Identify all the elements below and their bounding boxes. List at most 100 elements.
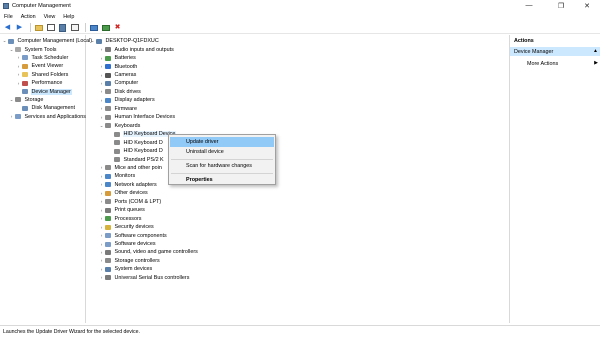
menu-item-properties[interactable]: Properties — [170, 175, 274, 185]
nav-item-row[interactable]: › Services and Applications — [9, 113, 87, 121]
device-item-row[interactable]: HID Keyboard D — [108, 147, 164, 155]
device-item-row[interactable]: Standard PS/2 K — [108, 155, 165, 163]
device-item-row[interactable]: › Network adapters — [99, 181, 158, 189]
nav-item-row[interactable]: ⌄ Storage — [9, 96, 44, 104]
chevron-right-icon[interactable]: › — [99, 199, 104, 204]
monitor-icon[interactable] — [89, 23, 98, 32]
nav-item-label: System Tools — [24, 46, 57, 53]
chevron-right-icon[interactable]: › — [99, 47, 104, 52]
chevron-right-icon[interactable]: › — [9, 114, 14, 119]
device-item-row[interactable]: › Mice and other poin — [99, 164, 163, 172]
device-item-row[interactable]: ⌄ Keyboards — [99, 122, 141, 130]
chevron-right-icon[interactable]: › — [99, 64, 104, 69]
device-item-label: Keyboards — [114, 122, 141, 129]
chevron-right-icon[interactable]: › — [99, 106, 104, 111]
chevron-right-icon[interactable]: › — [99, 182, 104, 187]
chevron-right-icon[interactable]: › — [99, 165, 104, 170]
chevron-right-icon[interactable]: › — [99, 98, 104, 103]
menu-item-update-driver[interactable]: Update driver — [170, 137, 274, 147]
nav-item-row[interactable]: Disk Management — [16, 104, 76, 112]
nav-item-row[interactable]: › Shared Folders — [16, 71, 69, 79]
device-item-row[interactable]: › System devices — [99, 265, 153, 273]
chevron-down-icon[interactable]: ⌄ — [9, 47, 14, 53]
device-item-row[interactable]: › Disk drives — [99, 88, 142, 96]
nav-item-row[interactable]: ⌄ Computer Management (Local) — [2, 37, 93, 45]
chevron-right-icon[interactable]: › — [16, 81, 21, 86]
forward-arrow-icon[interactable]: ▶ — [15, 23, 24, 32]
properties-icon[interactable] — [70, 23, 79, 32]
device-item-row[interactable]: › Cameras — [99, 71, 137, 79]
chevron-right-icon[interactable]: › — [99, 191, 104, 196]
device-item-row[interactable]: › Ports (COM & LPT) — [99, 198, 162, 206]
device-item-row[interactable]: › Batteries — [99, 54, 137, 62]
device-item-row[interactable]: › Software components — [99, 231, 168, 239]
device-item-row[interactable]: › Security devices — [99, 223, 155, 231]
menu-help[interactable]: Help — [63, 14, 74, 20]
chevron-right-icon[interactable]: › — [99, 115, 104, 120]
menu-action[interactable]: Action — [21, 14, 36, 20]
device-item-row[interactable]: › Bluetooth — [99, 62, 138, 70]
nav-item-row[interactable]: Device Manager — [16, 87, 72, 95]
minimize-button[interactable]: — — [516, 0, 542, 11]
nav-item-row[interactable]: › Event Viewer — [16, 62, 64, 70]
show-hide-tree-icon[interactable] — [46, 23, 55, 32]
chevron-down-icon[interactable]: ⌄ — [90, 38, 95, 44]
chevron-right-icon[interactable]: › — [99, 250, 104, 255]
chevron-right-icon[interactable]: › — [99, 225, 104, 230]
nav-item-row[interactable]: › Task Scheduler — [16, 54, 69, 62]
device-item-row[interactable]: › Universal Serial Bus controllers — [99, 274, 190, 282]
menu-file[interactable]: File — [4, 14, 13, 20]
chevron-down-icon[interactable]: ⌄ — [2, 38, 7, 44]
device-category-icon — [105, 199, 111, 205]
device-item-row[interactable]: › Audio inputs and outputs — [99, 45, 175, 53]
actions-device-manager[interactable]: Device Manager ▲ — [510, 47, 600, 56]
close-button[interactable]: ✕ — [574, 0, 600, 11]
menu-item-scan-hardware[interactable]: Scan for hardware changes — [170, 161, 274, 171]
device-item-row[interactable]: › Storage controllers — [99, 257, 161, 265]
menu-view[interactable]: View — [44, 14, 56, 20]
device-item-row[interactable]: › Software devices — [99, 240, 157, 248]
nav-item-row[interactable]: ⌄ System Tools — [9, 45, 57, 53]
chevron-right-icon[interactable]: › — [99, 208, 104, 213]
device-item-row[interactable]: › Print queues — [99, 206, 146, 214]
up-folder-icon[interactable] — [34, 23, 43, 32]
back-arrow-icon[interactable]: ◀ — [3, 23, 12, 32]
menu-item-uninstall-device[interactable]: Uninstall device — [170, 147, 274, 157]
device-item-row[interactable]: ⌄ DESKTOP-Q1FDXUC — [90, 37, 160, 45]
nav-item-row[interactable]: › Performance — [16, 79, 63, 87]
device-item-row[interactable]: HID Keyboard Device — [108, 130, 177, 138]
chevron-right-icon[interactable]: › — [99, 81, 104, 86]
device-item-row[interactable]: › Monitors — [99, 172, 136, 180]
device-item-row[interactable]: HID Keyboard D — [108, 138, 164, 146]
caret-up-icon[interactable]: ▲ — [593, 48, 598, 54]
chevron-right-icon[interactable]: › — [16, 72, 21, 77]
help-icon[interactable] — [58, 23, 67, 32]
chevron-right-icon[interactable]: › — [99, 242, 104, 247]
device-item-row[interactable]: › Other devices — [99, 189, 149, 197]
device-tree: ⌄ DESKTOP-Q1FDXUC › Audio inputs and output… — [87, 35, 508, 323]
toolbar-separator — [85, 23, 86, 32]
chevron-right-icon[interactable]: › — [99, 267, 104, 272]
more-actions[interactable]: More Actions ▶ — [510, 59, 600, 68]
device-item-row[interactable]: › Sound, video and game controllers — [99, 248, 199, 256]
chevron-right-icon[interactable]: › — [99, 89, 104, 94]
update-driver-icon[interactable] — [101, 23, 110, 32]
maximize-button[interactable]: ❐ — [548, 0, 574, 11]
chevron-right-icon[interactable]: › — [99, 275, 104, 280]
device-item-row[interactable]: › Computer — [99, 79, 139, 87]
chevron-down-icon[interactable]: ⌄ — [99, 123, 104, 129]
chevron-down-icon[interactable]: ⌄ — [9, 97, 14, 103]
device-item-row[interactable]: › Processors — [99, 214, 142, 222]
device-item-row[interactable]: › Human Interface Devices — [99, 113, 176, 121]
chevron-right-icon[interactable]: › — [99, 233, 104, 238]
device-item-row[interactable]: › Display adapters — [99, 96, 156, 104]
chevron-right-icon[interactable]: › — [99, 216, 104, 221]
chevron-right-icon[interactable]: › — [99, 174, 104, 179]
chevron-right-icon[interactable]: › — [99, 56, 104, 61]
chevron-right-icon[interactable]: › — [99, 73, 104, 78]
uninstall-icon[interactable]: ✖ — [113, 23, 122, 32]
chevron-right-icon[interactable]: › — [99, 258, 104, 263]
device-item-row[interactable]: › Firmware — [99, 105, 138, 113]
chevron-right-icon[interactable]: › — [16, 55, 21, 60]
chevron-right-icon[interactable]: › — [16, 64, 21, 69]
